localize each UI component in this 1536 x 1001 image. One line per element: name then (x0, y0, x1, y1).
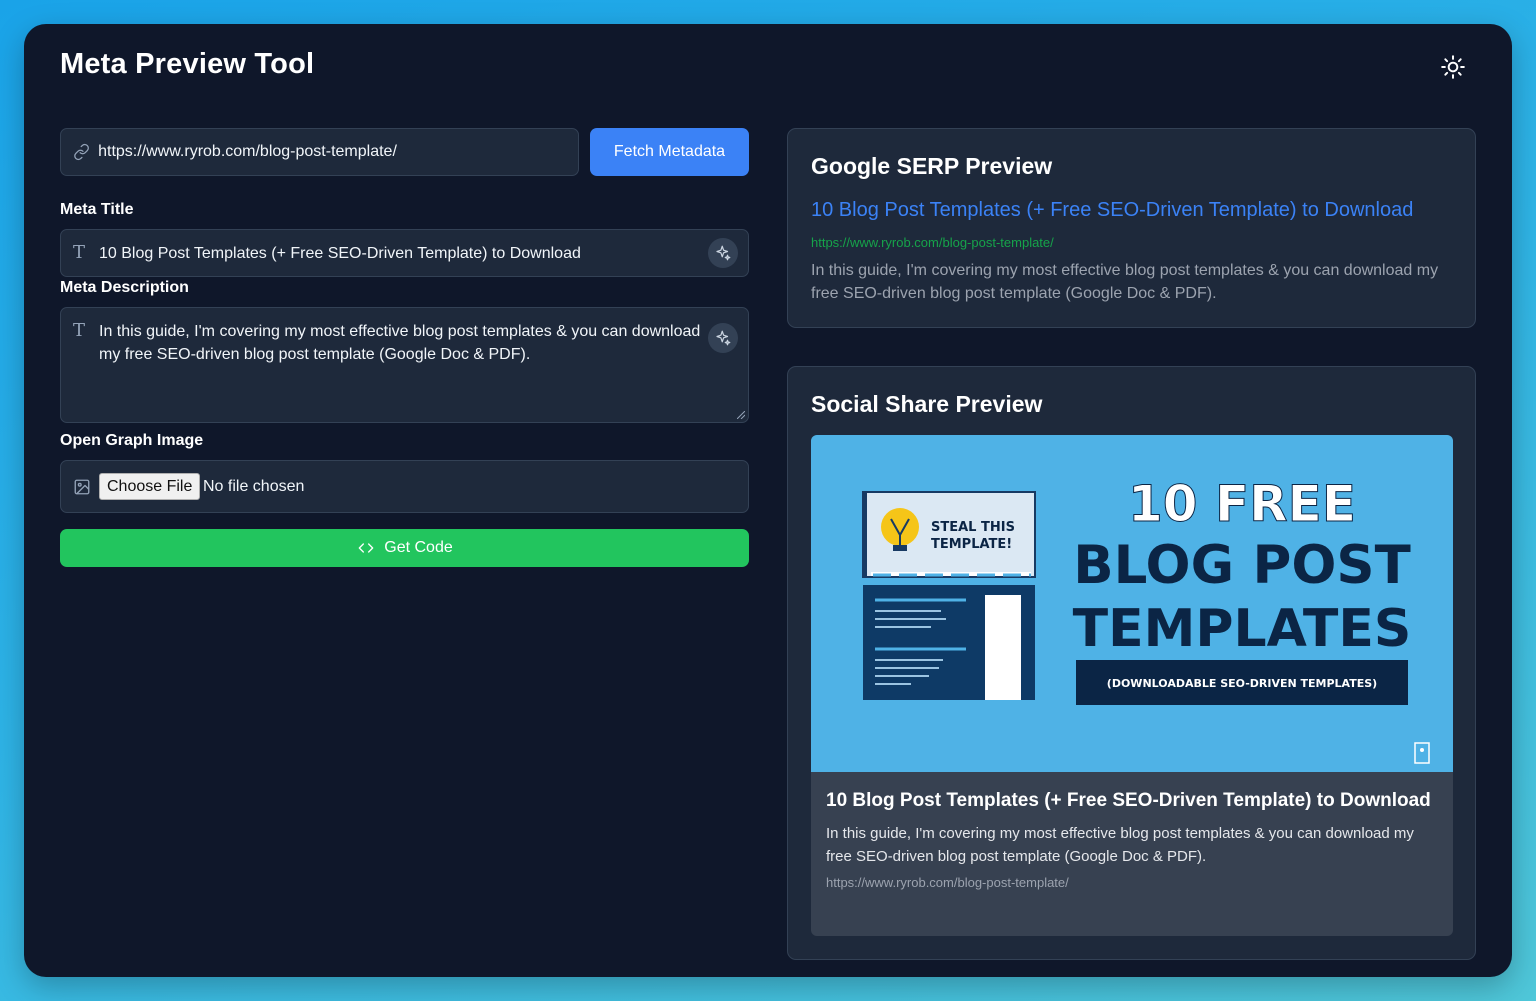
serp-preview-heading: Google SERP Preview (811, 153, 1053, 179)
meta-title-field[interactable]: T 10 Blog Post Templates (+ Free SEO-Dri… (60, 229, 749, 277)
brand-mark-icon (1414, 742, 1430, 764)
og-headline-line1: 10 FREE (1128, 475, 1356, 533)
resize-handle-icon[interactable] (737, 411, 745, 419)
social-share-card: STEAL THIS TEMPLATE! 10 FREE BLOG POST T… (811, 435, 1453, 936)
image-icon (74, 479, 90, 495)
og-headline-line2: BLOG POST (1073, 535, 1411, 596)
text-icon: T (73, 320, 86, 341)
sparkle-icon (716, 245, 731, 261)
og-image-label: Open Graph Image (60, 432, 204, 449)
sticker-text-line2: TEMPLATE! (931, 537, 1012, 552)
sticker-text-line1: STEAL THIS (931, 520, 1015, 535)
social-card-url: https://www.ryrob.com/blog-post-template… (826, 875, 1069, 890)
serp-title-link[interactable]: 10 Blog Post Templates (+ Free SEO-Drive… (811, 199, 1413, 222)
ai-generate-description-button[interactable] (708, 323, 738, 353)
sparkle-icon (716, 330, 731, 346)
blog-template-illustration: STEAL THIS TEMPLATE! 10 FREE BLOG POST T… (862, 475, 1430, 764)
theme-toggle-button[interactable] (1438, 52, 1468, 82)
meta-description-textarea[interactable]: T In this guide, I'm covering my most ef… (60, 307, 749, 423)
page-title: Meta Preview Tool (60, 48, 315, 80)
og-banner-text: (DOWNLOADABLE SEO-DRIVEN TEMPLATES) (1107, 677, 1377, 690)
meta-title-value[interactable]: 10 Blog Post Templates (+ Free SEO-Drive… (99, 242, 581, 265)
sun-icon (1441, 55, 1465, 79)
code-icon (358, 543, 374, 553)
app-window: Meta Preview Tool Fetch Metadata Meta Ti… (24, 24, 1512, 977)
serp-preview-card: Google SERP Preview 10 Blog Post Templat… (787, 128, 1476, 328)
og-image-preview: STEAL THIS TEMPLATE! 10 FREE BLOG POST T… (811, 435, 1453, 772)
serp-url: https://www.ryrob.com/blog-post-template… (811, 235, 1054, 250)
meta-description-value[interactable]: In this guide, I'm covering my most effe… (99, 320, 711, 366)
meta-description-label: Meta Description (60, 279, 189, 296)
link-icon (74, 143, 89, 161)
ai-generate-title-button[interactable] (708, 238, 738, 268)
get-code-button[interactable]: Get Code (60, 529, 749, 567)
get-code-label: Get Code (384, 539, 453, 556)
meta-title-label: Meta Title (60, 201, 134, 218)
og-headline-line3: TEMPLATES (1073, 599, 1412, 659)
og-image-file-input[interactable]: Choose File No file chosen (60, 460, 749, 513)
choose-file-button[interactable]: Choose File (99, 473, 201, 500)
social-preview-card: Social Share Preview STEAL THIS TEMPLATE… (787, 366, 1476, 960)
file-status-text: No file chosen (203, 478, 305, 495)
social-card-text: 10 Blog Post Templates (+ Free SEO-Drive… (826, 787, 1438, 890)
url-input-container[interactable] (60, 128, 579, 176)
text-icon: T (73, 242, 86, 263)
social-preview-heading: Social Share Preview (811, 391, 1043, 417)
url-input[interactable] (98, 143, 578, 161)
fetch-metadata-button[interactable]: Fetch Metadata (590, 128, 749, 176)
serp-description: In this guide, I'm covering my most effe… (811, 262, 1439, 302)
social-card-title: 10 Blog Post Templates (+ Free SEO-Drive… (826, 790, 1431, 811)
social-card-description: In this guide, I'm covering my most effe… (826, 825, 1414, 865)
